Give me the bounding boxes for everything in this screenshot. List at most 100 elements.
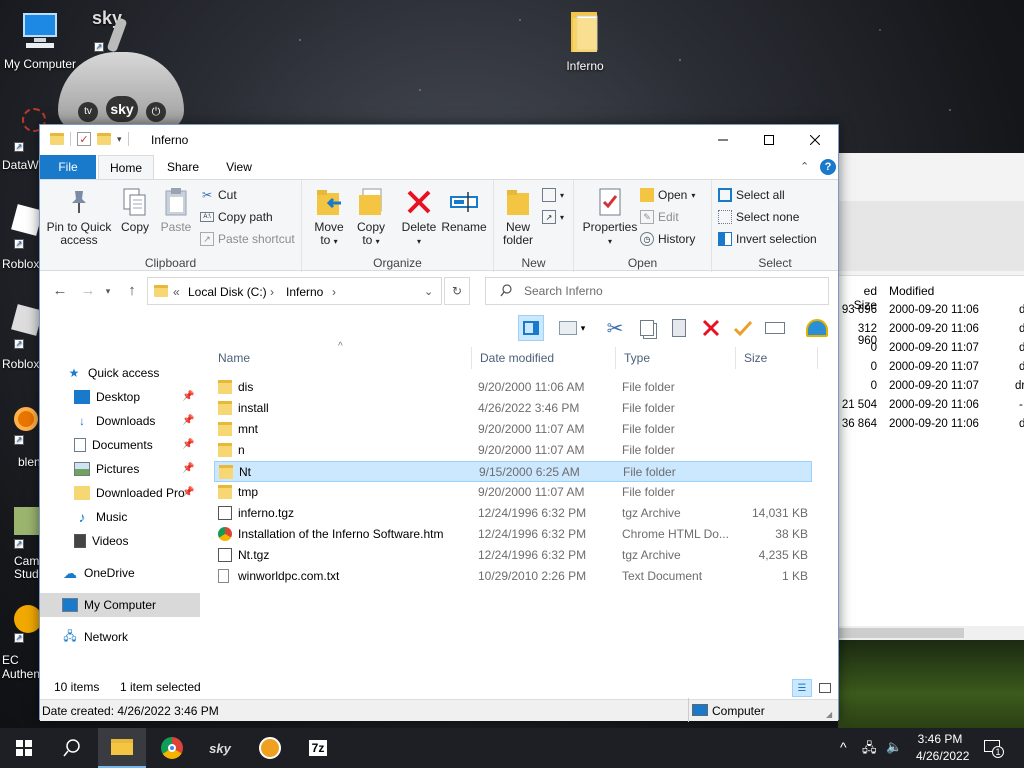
new-item-button[interactable]: ▾ — [542, 185, 564, 205]
background-row[interactable]: 312 960 2000-09-20 11:06 d — [839, 323, 1024, 347]
help-icon[interactable]: ? — [820, 159, 836, 175]
background-row[interactable]: 0 2000-09-20 11:07 dr — [839, 380, 1024, 399]
search-input[interactable] — [524, 283, 814, 299]
breadcrumb-overflow-icon[interactable]: « — [173, 285, 180, 299]
breadcrumb-inferno[interactable]: Inferno — [286, 285, 323, 299]
file-row[interactable]: n 9/20/2000 11:07 AM File folder — [214, 440, 812, 461]
clock[interactable]: 3:46 PM 4/26/2022 — [916, 731, 969, 765]
copy-toolbar-button[interactable] — [634, 315, 660, 341]
file-row[interactable]: Installation of the Inferno Software.htm… — [214, 524, 812, 545]
rename-toolbar-button[interactable] — [762, 315, 788, 341]
recent-locations-chevron-icon[interactable]: ▾ — [98, 281, 118, 301]
collapse-ribbon-icon[interactable]: ⌃ — [800, 160, 809, 173]
copy-button[interactable]: Copy — [118, 186, 152, 234]
pin-to-quick-access-button[interactable]: Pin to Quick access — [46, 186, 112, 247]
minimize-button[interactable] — [700, 125, 746, 155]
network-icon[interactable]: 🖧 — [862, 739, 877, 761]
close-button[interactable] — [792, 125, 838, 155]
paste-toolbar-button[interactable] — [666, 315, 692, 341]
tab-file[interactable]: File — [40, 155, 96, 179]
easy-access-button[interactable]: ↗ ▾ — [542, 207, 564, 227]
notification-center-button[interactable]: 1 — [982, 738, 1004, 758]
maximize-button[interactable] — [746, 125, 792, 155]
start-button[interactable] — [0, 728, 48, 768]
column-date-modified[interactable]: Date modified — [472, 347, 616, 369]
desktop-icon-inferno[interactable]: Inferno — [545, 8, 625, 73]
forward-button[interactable]: → — [78, 281, 98, 301]
move-to-button[interactable]: Move to ▾ — [310, 186, 348, 248]
nav-pictures[interactable]: Pictures 📌 — [40, 457, 200, 481]
view-options-button[interactable]: ▾ — [552, 315, 592, 341]
taskbar-sky[interactable]: sky — [196, 728, 244, 768]
nav-network[interactable]: 🖧 Network — [40, 625, 200, 649]
nav-videos[interactable]: Videos — [40, 529, 200, 553]
file-row[interactable]: mnt 9/20/2000 11:07 AM File folder — [214, 419, 812, 440]
new-folder-icon[interactable] — [97, 133, 111, 145]
nav-my-computer[interactable]: My Computer — [40, 593, 200, 617]
copy-path-button[interactable]: A:\ Copy path — [200, 207, 273, 227]
copy-to-button[interactable]: Copy to ▾ — [352, 186, 390, 248]
properties-button[interactable]: Properties ▾ — [582, 186, 638, 248]
tab-share[interactable]: Share — [158, 155, 208, 179]
select-none-button[interactable]: Select none — [718, 207, 799, 227]
background-window[interactable]: ed Size Modified 93 696 2000-09-20 11:06 d… — [838, 153, 1024, 640]
background-row[interactable]: 36 864 2000-09-20 11:06 d — [839, 418, 1024, 437]
new-folder-button[interactable]: New folder — [498, 186, 538, 247]
breadcrumb-local-disk[interactable]: Local Disk (C:) — [188, 285, 267, 299]
cut-button[interactable]: ✂ Cut — [200, 185, 237, 205]
taskbar-app-compass[interactable] — [246, 728, 294, 768]
history-button[interactable]: ◷ History — [640, 229, 695, 249]
address-history-chevron-icon[interactable]: ⌄ — [424, 285, 433, 298]
title-bar[interactable]: ✓ ▾ Inferno — [40, 125, 838, 155]
open-button[interactable]: Open ▾ — [640, 185, 695, 205]
address-bar[interactable]: « Local Disk (C:) › Inferno › ⌄ — [147, 277, 442, 305]
search-button[interactable] — [48, 728, 96, 768]
paste-button[interactable]: Paste — [158, 186, 194, 234]
nav-music[interactable]: ♪ Music — [40, 505, 200, 529]
file-row[interactable]: dis 9/20/2000 11:06 AM File folder — [214, 377, 812, 398]
invert-selection-button[interactable]: Invert selection — [718, 229, 817, 249]
chevron-down-icon[interactable]: ▾ — [117, 134, 122, 145]
details-view-button[interactable]: ☰ — [792, 679, 812, 697]
background-row[interactable]: 0 2000-09-20 11:07 d — [839, 361, 1024, 380]
select-all-button[interactable]: Select all — [718, 185, 785, 205]
file-row[interactable]: tmp 9/20/2000 11:07 AM File folder — [214, 482, 812, 503]
desktop-icon-my-computer[interactable]: My Computer — [0, 8, 80, 71]
file-row[interactable]: Nt.tgz 12/24/1996 6:32 PM tgz Archive 4,235… — [214, 545, 812, 566]
column-name[interactable]: Name — [210, 347, 472, 369]
column-size[interactable]: Size — [736, 347, 818, 369]
tab-view[interactable]: View — [214, 155, 264, 179]
breadcrumb-separator-icon[interactable]: › — [270, 285, 274, 299]
tab-home[interactable]: Home — [98, 155, 154, 179]
file-row[interactable]: winworldpc.com.txt 10/29/2010 2:26 PM Text… — [214, 566, 812, 587]
background-row[interactable]: 93 696 2000-09-20 11:06 d — [839, 304, 1024, 323]
rename-button[interactable]: Rename — [440, 186, 488, 234]
search-box[interactable] — [485, 277, 829, 305]
taskbar-file-explorer[interactable] — [98, 728, 146, 768]
nav-quick-access[interactable]: ★ Quick access — [40, 361, 200, 385]
breadcrumb-separator-icon[interactable]: › — [332, 285, 336, 299]
horizontal-scrollbar[interactable] — [839, 626, 1024, 640]
nav-downloads[interactable]: ↓ Downloads 📌 — [40, 409, 200, 433]
taskbar-chrome[interactable] — [148, 728, 196, 768]
taskbar-7zip[interactable]: 7z — [294, 728, 342, 768]
resize-grip-icon[interactable]: ◢ — [826, 710, 832, 719]
properties-check-icon[interactable]: ✓ — [77, 132, 91, 146]
properties-toolbar-button[interactable] — [730, 315, 756, 341]
back-button[interactable]: ← — [50, 281, 70, 301]
paste-shortcut-button[interactable]: ↗ Paste shortcut — [200, 229, 295, 249]
large-icons-view-button[interactable] — [816, 679, 834, 697]
nav-onedrive[interactable]: ☁ OneDrive — [40, 561, 200, 585]
nav-desktop[interactable]: Desktop 📌 — [40, 385, 200, 409]
edit-button[interactable]: ✎ Edit — [640, 207, 679, 227]
file-row[interactable]: inferno.tgz 12/24/1996 6:32 PM tgz Archive… — [214, 503, 812, 524]
cut-toolbar-button[interactable]: ✂ — [602, 315, 628, 341]
volume-icon[interactable]: 🔈 — [886, 739, 902, 755]
delete-button[interactable]: Delete ▾ — [398, 186, 440, 248]
column-type[interactable]: Type — [616, 347, 736, 369]
background-row[interactable]: 21 504 2000-09-20 11:06- — [839, 399, 1024, 418]
file-explorer-window[interactable]: ✓ ▾ Inferno File Home Share View ⌃ ? Pin… — [39, 124, 839, 722]
refresh-button[interactable]: ↻ — [444, 277, 470, 305]
nav-downloaded-programs[interactable]: Downloaded Pro 📌 — [40, 481, 200, 505]
preview-pane-button[interactable] — [518, 315, 544, 341]
